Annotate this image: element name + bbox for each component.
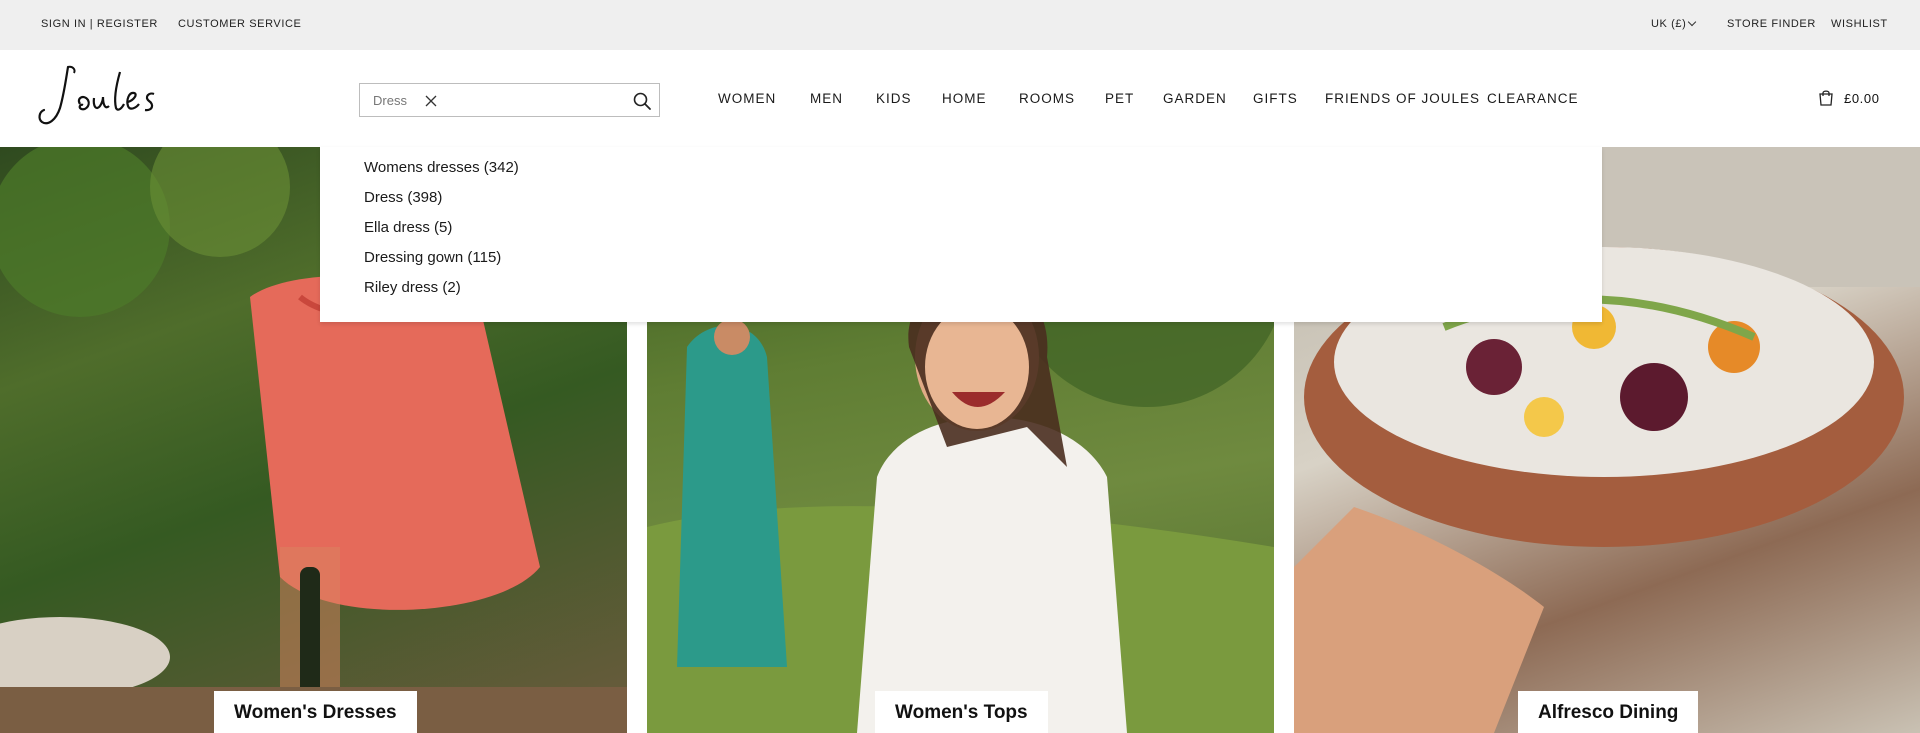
search-suggestions: Womens dresses (342) Dress (398) Ella dr… [320,147,1602,322]
site-header: WOMEN MEN KIDS HOME ROOMS PET GARDEN GIF… [0,50,1920,147]
suggestion-item[interactable]: Dress (398) [364,189,442,206]
nav-clearance[interactable]: CLEARANCE [1487,91,1579,106]
search-icon[interactable] [632,91,652,111]
suggestion-item[interactable]: Dressing gown (115) [364,249,501,266]
search-input[interactable] [373,93,413,108]
tile-label[interactable]: Women's Dresses [214,691,417,733]
shopping-bag-icon [1819,90,1833,106]
currency-selector[interactable]: UK (£) [1651,17,1697,30]
joules-logo[interactable] [36,64,171,130]
nav-pet[interactable]: PET [1105,91,1134,106]
suggestion-item[interactable]: Riley dress (2) [364,279,461,296]
customer-service-link[interactable]: CUSTOMER SERVICE [178,18,302,30]
nav-home[interactable]: HOME [942,91,987,106]
tile-label[interactable]: Alfresco Dining [1518,691,1699,733]
suggestion-item[interactable]: Womens dresses (342) [364,159,519,176]
wishlist-link[interactable]: WISHLIST [1831,18,1888,30]
nav-kids[interactable]: KIDS [876,91,912,106]
tile-label[interactable]: Women's Tops [875,691,1048,733]
logo-mark [38,65,155,125]
utility-bar: SIGN IN | REGISTER CUSTOMER SERVICE UK (… [0,0,1920,50]
nav-men[interactable]: MEN [810,91,843,106]
nav-rooms[interactable]: ROOMS [1019,91,1075,106]
suggestion-item[interactable]: Ella dress (5) [364,219,452,236]
nav-women[interactable]: WOMEN [718,91,776,106]
nav-gifts[interactable]: GIFTS [1253,91,1298,106]
nav-friends-of-joules[interactable]: FRIENDS OF JOULES [1325,91,1480,106]
nav-garden[interactable]: GARDEN [1163,91,1227,106]
chevron-down-icon [1688,17,1697,27]
basket-button[interactable]: £0.00 [1818,89,1888,109]
basket-total: £0.00 [1844,91,1880,106]
store-finder-link[interactable]: STORE FINDER [1727,18,1816,30]
close-icon[interactable] [424,94,438,108]
search-box [359,83,660,117]
currency-label: UK (£) [1651,18,1687,30]
sign-in-register-link[interactable]: SIGN IN | REGISTER [41,18,158,30]
